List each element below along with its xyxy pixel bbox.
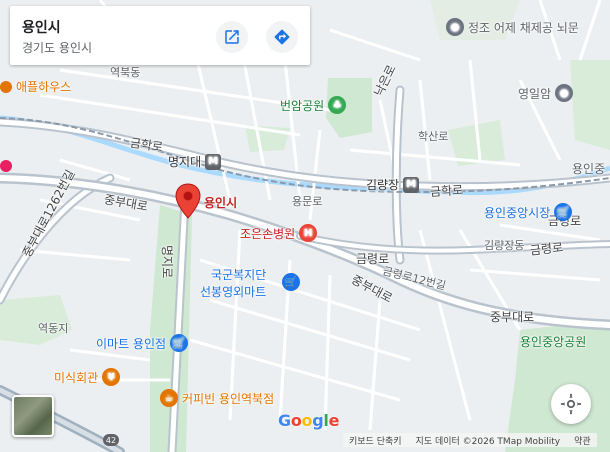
- road-label-geumhak-east: 금학로: [429, 182, 464, 200]
- map-pin-icon: [175, 183, 201, 219]
- area-label-gimnyang: 김량장동: [484, 239, 525, 252]
- poi-apple-house[interactable]: 애플하우스: [0, 78, 71, 95]
- road-label-yongmun: 용문로: [292, 195, 323, 208]
- poi-gukgun-mart[interactable]: 국군복지단 선봉영외마트: [200, 266, 266, 300]
- place-pin-icon: ●: [446, 18, 464, 36]
- open-in-maps-button[interactable]: [216, 21, 248, 53]
- selected-place-label: 용인시: [204, 196, 238, 210]
- place-pin-icon: ●: [555, 84, 574, 102]
- place-title: 용인시: [22, 20, 61, 36]
- road-label-myeongji: 명지로: [160, 245, 174, 279]
- station-myeongji[interactable]: 명지대 M: [168, 153, 222, 170]
- keyboard-shortcuts-link[interactable]: 키보드 단축키: [349, 434, 402, 447]
- poi-jungang-park[interactable]: 용인중앙공원: [520, 333, 586, 350]
- my-location-icon: [560, 393, 582, 415]
- poi-yongin-east[interactable]: 용인중: [572, 160, 605, 177]
- hill-green: [570, 60, 610, 150]
- coffee-cup-icon: ☕: [160, 389, 178, 407]
- road-label-jungbu-southeast: 중부대로: [490, 310, 535, 324]
- terms-link[interactable]: 약관: [574, 434, 591, 447]
- place-subtitle: 경기도 용인시: [22, 41, 93, 55]
- tree-icon: ♣: [328, 96, 347, 114]
- poi-jeongjo-monument[interactable]: ● 정조 어제 채제공 뇌문: [446, 18, 579, 36]
- area-label-yeokbuk: 역북동: [110, 66, 141, 79]
- road-label-geumnyeong-2: 금령로: [529, 240, 564, 258]
- pink-place-icon[interactable]: [0, 160, 12, 172]
- open-in-new-icon: [225, 30, 239, 44]
- station-gimnyangjang[interactable]: 김량장 M: [366, 176, 420, 193]
- map-canvas[interactable]: 금학로 금학로 중부대로 중부대로1262번길 중부대로 중부대로 명지로 용문…: [0, 0, 610, 452]
- shopping-cart-icon: 🛒: [554, 203, 573, 221]
- google-logo: Google: [278, 411, 340, 430]
- fork-knife-icon: ¥: [102, 368, 121, 386]
- selected-place-marker[interactable]: [175, 183, 201, 223]
- area-label-yeokdong: 역동지: [38, 322, 69, 335]
- road-label-haksan: 학산로: [418, 130, 449, 143]
- poi-joeunson-hospital[interactable]: 조은손병원 H: [240, 224, 318, 242]
- metro-icon: M: [403, 176, 420, 193]
- poi-beonam-park[interactable]: 번암공원 ♣: [280, 96, 347, 114]
- poi-misik[interactable]: 미식회관 ¥: [54, 368, 121, 386]
- map-data-attribution: 지도 데이터 ©2026 TMap Mobility: [415, 436, 561, 447]
- directions-button[interactable]: [266, 21, 298, 53]
- poi-yeongilam[interactable]: 영일암 ●: [518, 84, 574, 102]
- attribution-bar: 키보드 단축키 지도 데이터 ©2026 TMap Mobility 약관: [343, 433, 597, 447]
- poi-emart[interactable]: 이마트 용인점 🛒: [96, 334, 189, 352]
- my-location-button[interactable]: [551, 384, 591, 424]
- hospital-icon: H: [299, 224, 318, 242]
- shop-icon: [0, 80, 12, 93]
- shopping-cart-icon: 🛒: [170, 334, 189, 352]
- satellite-layer-toggle[interactable]: [12, 395, 54, 437]
- poi-jungang-market[interactable]: 용인중앙시장 🛒: [484, 203, 573, 221]
- shopping-cart-icon: 🛒: [282, 273, 300, 291]
- directions-icon: [274, 29, 290, 45]
- metro-icon: M: [205, 153, 222, 170]
- highway-shield: 42: [103, 434, 119, 446]
- poi-coffeebean[interactable]: ☕ 커피빈 용인역북점: [160, 389, 274, 407]
- place-card[interactable]: 용인시 경기도 용인시: [10, 6, 310, 65]
